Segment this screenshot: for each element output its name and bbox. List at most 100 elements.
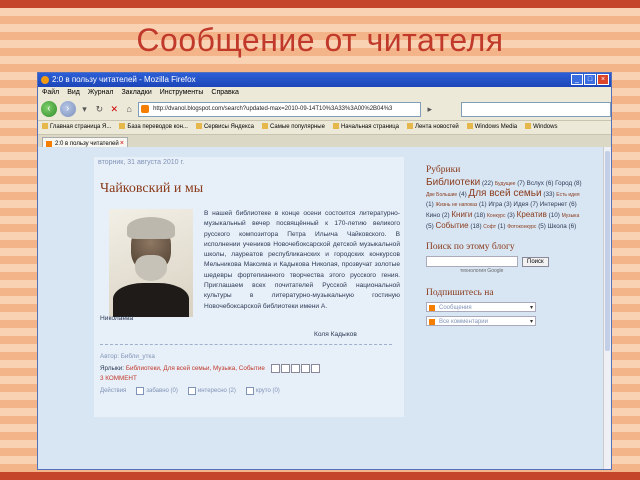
rss-icon xyxy=(429,305,435,311)
menu-bar: Файл Вид Журнал Закладки Инструменты Спр… xyxy=(38,87,611,98)
menu-history[interactable]: Журнал xyxy=(88,87,114,98)
label-link[interactable]: Креатив xyxy=(517,210,547,219)
subscribe-heading: Подпишитесь на xyxy=(426,288,494,298)
reactions-label: Действия xyxy=(100,388,127,394)
bookmark-item[interactable]: Лента новостей xyxy=(407,121,459,134)
facebook-icon[interactable] xyxy=(300,364,310,373)
labels-links[interactable]: Библиотеки, Для всей семьи, Музыка, Собы… xyxy=(126,365,265,372)
forward-button[interactable]: › xyxy=(59,101,76,117)
reaction-funny[interactable]: забавно (0) xyxy=(136,387,178,395)
stripe xyxy=(0,0,640,8)
vertical-scrollbar[interactable] xyxy=(603,147,611,469)
bookmarks-bar: Главная страница Я... База переводов кон… xyxy=(38,121,611,135)
label-link[interactable]: Музыка xyxy=(562,213,580,219)
scrollbar-thumb[interactable] xyxy=(605,151,610,351)
reactions: Действия забавно (0) интересно (2) круто… xyxy=(100,387,280,395)
label-link[interactable]: Для всей семьи xyxy=(468,188,541,199)
home-icon[interactable]: ⌂ xyxy=(123,103,135,115)
bookmark-item[interactable]: Начальная страница xyxy=(333,121,399,134)
site-favicon xyxy=(141,104,150,113)
stop-icon[interactable]: ✕ xyxy=(108,103,120,115)
bookmark-item[interactable]: Windows xyxy=(525,121,557,134)
reaction-label: круто (0) xyxy=(255,388,280,394)
label-link[interactable]: Кино xyxy=(426,212,440,219)
feed-comments-dropdown[interactable]: Все комментарии ▾ xyxy=(426,316,536,326)
bookmark-item[interactable]: Сервисы Яндекса xyxy=(196,121,254,134)
post-signature: Коля Кадыков xyxy=(314,331,357,338)
label-link[interactable]: Идея xyxy=(513,201,528,208)
search-heading: Поиск по этому блогу xyxy=(426,242,515,252)
twitter-icon[interactable] xyxy=(290,364,300,373)
label-link[interactable]: Будущее xyxy=(495,181,516,187)
post-body: В нашей библиотеке в конце осени состоит… xyxy=(204,210,400,310)
go-icon[interactable]: ▸ xyxy=(424,103,436,115)
maximize-button[interactable]: □ xyxy=(584,74,596,85)
menu-tools[interactable]: Инструменты xyxy=(160,87,204,98)
navigation-toolbar: ‹ › ▾ ↻ ✕ ⌂ http://dvanol.blogspot.com/s… xyxy=(38,98,611,121)
feed-label: Все комментарии xyxy=(439,319,488,325)
powered-by: технология Google xyxy=(460,268,504,274)
window-controls: _ □ × xyxy=(571,74,609,85)
label-link[interactable]: Две Большие xyxy=(426,192,457,198)
blog-search-input[interactable] xyxy=(426,256,518,267)
reaction-cool[interactable]: круто (0) xyxy=(245,387,280,395)
window-title: 2:0 в пользу читателей - Mozilla Firefox xyxy=(52,75,196,84)
stripe xyxy=(0,472,640,480)
menu-help[interactable]: Справка xyxy=(211,87,238,98)
label-cloud: Библиотеки (22) Будущее (7) Вслух (6) Го… xyxy=(426,177,582,231)
rss-icon xyxy=(429,319,435,325)
label-link[interactable]: Книги xyxy=(451,210,472,219)
label-link[interactable]: Интернет xyxy=(540,201,567,208)
minimize-button[interactable]: _ xyxy=(571,74,583,85)
feed-posts-dropdown[interactable]: Сообщения ▾ xyxy=(426,302,536,312)
checkbox[interactable] xyxy=(136,387,145,395)
reaction-label: забавно (0) xyxy=(146,388,178,394)
email-icon[interactable] xyxy=(270,364,280,373)
label-link[interactable]: Есть идея xyxy=(556,192,579,198)
label-link[interactable]: Город xyxy=(555,180,572,187)
label-link[interactable]: Жизнь не напоказ xyxy=(435,202,477,208)
sidebar: Рубрики Библиотеки (22) Будущее (7) Вслу… xyxy=(426,165,586,326)
checkbox[interactable] xyxy=(245,387,254,395)
menu-view[interactable]: Вид xyxy=(67,87,80,98)
post-title[interactable]: Чайковский и мы xyxy=(100,181,203,197)
reaction-label: интересно (2) xyxy=(197,388,236,394)
comments-link[interactable]: 3 КОММЕНТ xyxy=(100,375,137,382)
menu-bookmarks[interactable]: Закладки xyxy=(121,87,151,98)
label-link[interactable]: Вслух xyxy=(527,180,544,187)
url-text: http://dvanol.blogspot.com/search?update… xyxy=(153,105,393,112)
reaction-interesting[interactable]: интересно (2) xyxy=(187,387,236,395)
bookmark-item[interactable]: Главная страница Я... xyxy=(42,121,111,134)
blog-search: Поиск xyxy=(426,256,586,267)
chevron-down-icon: ▾ xyxy=(529,305,533,311)
rubrics-heading: Рубрики xyxy=(426,165,461,175)
reload-icon[interactable]: ↻ xyxy=(93,103,105,115)
label-link[interactable]: Игра xyxy=(488,201,502,208)
bookmark-item[interactable]: База переводов кон... xyxy=(119,121,188,134)
post-author: Автор: Библи_утка xyxy=(100,353,155,360)
label-link[interactable]: Библиотеки xyxy=(426,177,480,188)
label-link[interactable]: Конкурс xyxy=(487,213,505,219)
dropdown-icon[interactable]: ▾ xyxy=(79,103,91,115)
blog-post: вторник, 31 августа 2010 г. Чайковский и… xyxy=(94,157,404,417)
blog-search-button[interactable]: Поиск xyxy=(522,256,549,267)
address-bar[interactable]: http://dvanol.blogspot.com/search?update… xyxy=(138,101,421,117)
close-button[interactable]: × xyxy=(597,74,609,85)
bookmark-item[interactable]: Windows Media xyxy=(467,121,517,134)
post-body-tail: Николаева xyxy=(100,315,134,322)
post-labels: Ярлыки: Библиотеки, Для всей семьи, Музы… xyxy=(100,364,320,373)
buzz-icon[interactable] xyxy=(310,364,320,373)
menu-file[interactable]: Файл xyxy=(42,87,59,98)
post-image[interactable] xyxy=(109,209,193,317)
post-date: вторник, 31 августа 2010 г. xyxy=(98,159,185,166)
label-link[interactable]: Событие xyxy=(435,221,468,230)
blog-this-icon[interactable] xyxy=(280,364,290,373)
checkbox[interactable] xyxy=(187,387,196,395)
label-link[interactable]: Фотоконкурс xyxy=(507,224,536,230)
share-buttons xyxy=(270,364,320,373)
search-input[interactable] xyxy=(460,101,611,117)
bookmark-item[interactable]: Самые популярные xyxy=(262,121,325,134)
back-button[interactable]: ‹ xyxy=(41,101,57,117)
label-link[interactable]: Школа xyxy=(548,223,567,230)
label-link[interactable]: Софт xyxy=(483,224,496,230)
